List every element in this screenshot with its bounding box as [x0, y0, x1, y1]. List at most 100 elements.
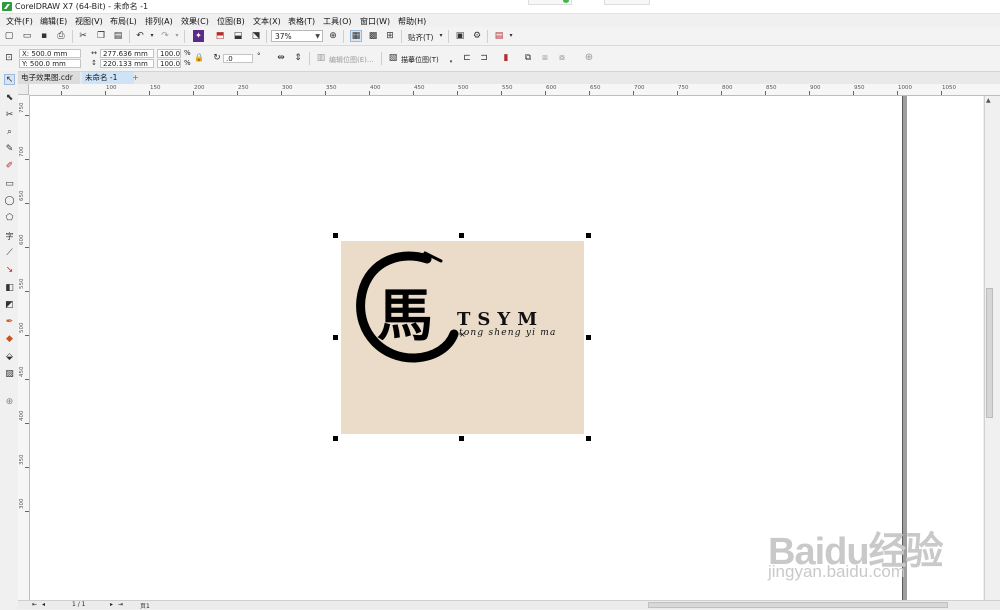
rectangle-tool-icon[interactable]: ▭: [4, 179, 15, 190]
last-page-icon[interactable]: ⇥: [118, 601, 123, 608]
freehand-tool-icon[interactable]: ✎: [4, 144, 15, 155]
y-position-field[interactable]: Y: 500.0 mm: [19, 59, 81, 68]
outline-pen-icon[interactable]: ▨: [4, 369, 15, 380]
prev-page-icon[interactable]: ◂: [42, 601, 45, 608]
search-content-icon[interactable]: ✦: [193, 30, 204, 42]
chevron-down-icon[interactable]: ▾: [506, 31, 516, 41]
menu-file[interactable]: 文件(F): [6, 16, 33, 27]
cut-icon[interactable]: ✂: [78, 31, 88, 41]
paste-icon[interactable]: ▤: [113, 31, 123, 41]
show-grid-icon[interactable]: ▩: [368, 31, 378, 41]
undo-dropdown-icon[interactable]: ▾: [147, 31, 157, 41]
menu-effects[interactable]: 效果(C): [181, 16, 209, 27]
eyedropper-icon[interactable]: ✒: [4, 317, 15, 328]
selection-handle[interactable]: [586, 233, 591, 238]
horizontal-ruler[interactable]: 50 100 150 200 250 300 350 400 450 500 550 600 650 70…: [18, 84, 1000, 96]
full-screen-icon[interactable]: ⊕: [328, 31, 338, 41]
parallel-dimension-icon[interactable]: ⟋: [4, 248, 15, 259]
application-launcher-icon[interactable]: ▤: [494, 31, 504, 41]
trace-bitmap-button[interactable]: 描摹位图(T): [401, 55, 439, 65]
selection-handle[interactable]: [459, 436, 464, 441]
vertical-scrollbar[interactable]: ▲: [984, 96, 995, 600]
crop-bitmap-icon[interactable]: ⊏: [462, 53, 472, 63]
crop-tool-icon[interactable]: ✂: [4, 110, 15, 121]
polygon-tool-icon[interactable]: ⬠: [4, 213, 15, 224]
width-field[interactable]: 277.636 mm: [100, 49, 154, 58]
height-field[interactable]: 220.133 mm: [100, 59, 154, 68]
page-tab[interactable]: 页1: [140, 601, 150, 610]
new-document-icon[interactable]: ▢: [4, 31, 14, 41]
menu-view[interactable]: 视图(V): [75, 16, 103, 27]
edit-bitmap-icon[interactable]: ▥: [316, 53, 326, 63]
options-icon[interactable]: ⚙: [472, 31, 482, 41]
drop-shadow-icon[interactable]: ◧: [4, 283, 15, 294]
ellipse-tool-icon[interactable]: ◯: [4, 196, 15, 207]
save-icon[interactable]: ▪: [39, 31, 49, 41]
bring-to-front-icon[interactable]: ⧉: [523, 53, 533, 63]
tab-electronic-design[interactable]: 电子效果图.cdr: [18, 72, 80, 84]
chevron-down-icon[interactable]: ▾: [436, 31, 446, 41]
menu-table[interactable]: 表格(T): [288, 16, 315, 27]
selection-handle[interactable]: [586, 335, 591, 340]
menu-layout[interactable]: 布局(L): [110, 16, 137, 27]
add-icon[interactable]: ⊕: [584, 53, 594, 63]
break-apart-icon[interactable]: ⧇: [557, 53, 567, 63]
transparency-icon[interactable]: ◩: [4, 300, 15, 311]
export-icon[interactable]: ⬓: [233, 31, 243, 41]
bitmap-color-mask-icon[interactable]: ▮: [501, 53, 511, 63]
next-page-icon[interactable]: ▸: [110, 601, 113, 608]
mirror-horizontal-icon[interactable]: ⇹: [276, 53, 286, 63]
artistic-media-icon[interactable]: ✐: [4, 161, 15, 172]
shape-tool-icon[interactable]: ⬉: [4, 93, 15, 104]
undo-icon[interactable]: ↶: [135, 31, 145, 41]
zoom-tool-icon[interactable]: ⌕: [4, 127, 15, 138]
scale-width-field[interactable]: 100.0: [157, 49, 181, 58]
menu-window[interactable]: 窗口(W): [360, 16, 390, 27]
rotation-angle-field[interactable]: .0: [223, 54, 253, 63]
mirror-vertical-icon[interactable]: ⇕: [293, 53, 303, 63]
resample-icon[interactable]: ⊐: [479, 53, 489, 63]
first-page-icon[interactable]: ⇤: [32, 601, 37, 608]
vertical-ruler[interactable]: 750 700 650 600 550 500 450 400 350 300: [18, 95, 30, 600]
interactive-fill-icon[interactable]: ◆: [4, 334, 15, 345]
scrollbar-thumb[interactable]: [986, 288, 993, 418]
selection-handle[interactable]: [333, 335, 338, 340]
tab-untitled[interactable]: 未命名 -1: [82, 72, 134, 84]
redo-icon[interactable]: ↷: [160, 31, 170, 41]
pick-tool-icon[interactable]: ↖: [4, 74, 15, 85]
menu-text[interactable]: 文本(X): [253, 16, 281, 27]
text-tool-icon[interactable]: 字: [4, 231, 15, 242]
x-position-field[interactable]: X: 500.0 mm: [19, 49, 81, 58]
open-folder-icon[interactable]: ▭: [22, 31, 32, 41]
redo-dropdown-icon[interactable]: ▾: [172, 31, 182, 41]
lock-ratio-icon[interactable]: 🔒: [194, 53, 204, 63]
menu-edit[interactable]: 编辑(E): [40, 16, 67, 27]
print-icon[interactable]: ⎙: [56, 31, 66, 41]
trace-bitmap-icon[interactable]: ▧: [388, 53, 398, 63]
combine-icon[interactable]: ⧈: [540, 53, 550, 63]
menu-tools[interactable]: 工具(O): [323, 16, 352, 27]
scroll-up-icon[interactable]: ▲: [986, 97, 991, 104]
menu-help[interactable]: 帮助(H): [398, 16, 426, 27]
edit-bitmap-button[interactable]: 编辑位图(E)...: [329, 55, 374, 65]
connector-tool-icon[interactable]: ↘: [4, 265, 15, 276]
horizontal-scrollbar[interactable]: [648, 602, 948, 608]
menu-bitmaps[interactable]: 位图(B): [217, 16, 245, 27]
zoom-level-dropdown[interactable]: 37% ▼: [271, 30, 323, 42]
selection-handle[interactable]: [459, 233, 464, 238]
object-origin-icon[interactable]: ⊡: [4, 53, 14, 63]
publish-pdf-icon[interactable]: ⬔: [251, 31, 261, 41]
selection-handle[interactable]: [586, 436, 591, 441]
ruler-origin[interactable]: [18, 84, 29, 95]
selection-handle[interactable]: [333, 436, 338, 441]
add-tool-icon[interactable]: ⊕: [4, 397, 15, 408]
welcome-screen-icon[interactable]: ▣: [455, 31, 465, 41]
import-icon[interactable]: ⬒: [215, 31, 225, 41]
new-tab-icon[interactable]: +: [130, 72, 141, 84]
menu-arrange[interactable]: 排列(A): [145, 16, 173, 27]
copy-icon[interactable]: ❐: [96, 31, 106, 41]
smart-fill-icon[interactable]: ⬙: [4, 352, 15, 363]
snap-to-button[interactable]: 贴齐(T): [408, 32, 433, 43]
show-guidelines-icon[interactable]: ⊞: [385, 31, 395, 41]
chevron-down-icon[interactable]: ▾: [446, 57, 456, 67]
